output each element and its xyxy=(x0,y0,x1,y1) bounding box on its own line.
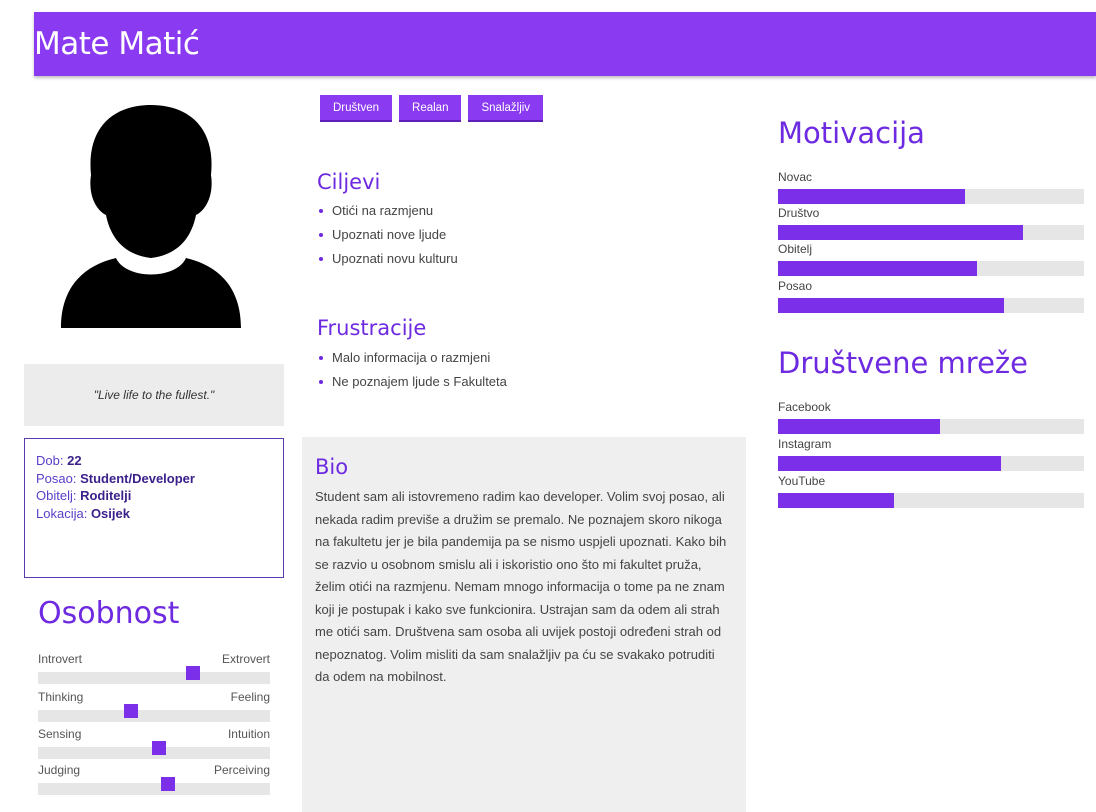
bar-label: Posao xyxy=(778,279,813,293)
personality-right-label: Extrovert xyxy=(221,652,270,666)
personality-right-label: Perceiving xyxy=(213,763,270,777)
personality-title: Osobnost xyxy=(38,596,180,631)
age-line: Dob: 22 xyxy=(36,452,272,470)
list-item: Ne poznajem ljude s Fakulteta xyxy=(318,370,507,394)
bar-label: Novac xyxy=(778,170,813,184)
job-label: Posao: xyxy=(36,470,77,486)
frustrations-title: Frustracije xyxy=(317,316,427,340)
persona-name: Mate Matić xyxy=(34,26,200,62)
location-label: Lokacija: xyxy=(36,505,88,521)
personality-slider-knob xyxy=(186,666,200,680)
bar-label: Društvo xyxy=(778,206,820,220)
bar-track xyxy=(778,493,1084,508)
personality-slider-knob xyxy=(152,741,166,755)
personality-row: Judging Perceiving xyxy=(38,763,270,799)
avatar xyxy=(61,105,241,328)
bar-track xyxy=(778,225,1084,240)
bio-text: Student sam ali istovremeno radim kao de… xyxy=(315,489,727,684)
bar-label: Facebook xyxy=(778,400,831,414)
personality-slider-knob xyxy=(161,777,175,791)
trait-tag: Realan xyxy=(399,95,462,122)
bar-label: YouTube xyxy=(778,474,826,488)
personality-left-label: Judging xyxy=(38,763,81,777)
personality-left-label: Introvert xyxy=(38,652,83,666)
list-item: Upoznati novu kulturu xyxy=(318,247,458,271)
bar-track xyxy=(778,456,1084,471)
goals-title: Ciljevi xyxy=(317,170,381,194)
family-line: Obitelj: Roditelji xyxy=(36,487,272,505)
trait-tag: Društven xyxy=(320,95,393,122)
list-item: Otići na razmjenu xyxy=(318,199,458,223)
bar-label: Obitelj xyxy=(778,242,813,256)
family-value: Roditelji xyxy=(80,488,132,503)
bar-fill xyxy=(778,189,965,204)
personality-row: Sensing Intuition xyxy=(38,727,270,763)
motivation-bar: Obitelj xyxy=(778,242,1084,276)
job-value: Student/Developer xyxy=(80,470,195,486)
personality-slider-track xyxy=(38,710,270,722)
personality-right-label: Intuition xyxy=(227,727,270,741)
list-item: Malo informacija o razmjeni xyxy=(318,346,507,370)
motivation-bar: Društvo xyxy=(778,206,1084,240)
personality-slider-knob xyxy=(124,704,138,718)
bar-track xyxy=(778,261,1084,276)
trait-tag: Snalažljiv xyxy=(468,95,544,122)
header-bar: Mate Matić xyxy=(34,12,1096,76)
quote-box: "Live life to the fullest." xyxy=(24,364,284,426)
personality-row: Introvert Extrovert xyxy=(38,652,270,688)
job-line: Posao: Student/Developer xyxy=(36,470,272,488)
personality-left-label: Sensing xyxy=(38,727,82,741)
bar-fill xyxy=(778,493,895,508)
location-line: Lokacija: Osijek xyxy=(36,505,272,523)
info-box: Dob: 22 Posao: Student/Developer Obitelj… xyxy=(24,438,284,578)
social-bar: Facebook xyxy=(778,400,1084,434)
goals-list: Otići na razmjenu Upoznati nove ljude Up… xyxy=(318,199,458,271)
social-bar: Instagram xyxy=(778,437,1084,471)
bar-track xyxy=(778,298,1084,313)
family-label: Obitelj: xyxy=(36,488,77,503)
age-value: 22 xyxy=(67,453,82,468)
bar-track xyxy=(778,419,1084,434)
social-bar: YouTube xyxy=(778,474,1084,508)
motivation-bar: Novac xyxy=(778,170,1084,204)
trait-tags: Društven Realan Snalažljiv xyxy=(320,95,544,122)
bar-fill xyxy=(778,225,1023,240)
motivation-bar: Posao xyxy=(778,279,1084,313)
personality-slider-track xyxy=(38,783,270,795)
motivation-title: Motivacija xyxy=(778,116,925,150)
quote-text: "Live life to the fullest." xyxy=(93,388,215,402)
location-value: Osijek xyxy=(90,505,130,521)
list-item: Upoznati nove ljude xyxy=(318,223,458,247)
bar-fill xyxy=(778,261,977,276)
frustrations-list: Malo informacija o razmjeni Ne poznajem … xyxy=(318,346,507,394)
personality-row: Thinking Feeling xyxy=(38,690,270,726)
personality-left-label: Thinking xyxy=(38,690,84,704)
bar-fill xyxy=(778,419,941,434)
bar-fill xyxy=(778,298,1005,313)
bar-track xyxy=(778,189,1084,204)
personality-slider-track xyxy=(38,672,270,684)
bar-fill xyxy=(778,456,1002,471)
age-label: Dob: xyxy=(36,453,64,468)
bio-title: Bio xyxy=(315,455,349,479)
bar-label: Instagram xyxy=(778,437,832,451)
personality-right-label: Feeling xyxy=(230,690,270,704)
social-title: Društvene mreže xyxy=(778,346,1028,380)
